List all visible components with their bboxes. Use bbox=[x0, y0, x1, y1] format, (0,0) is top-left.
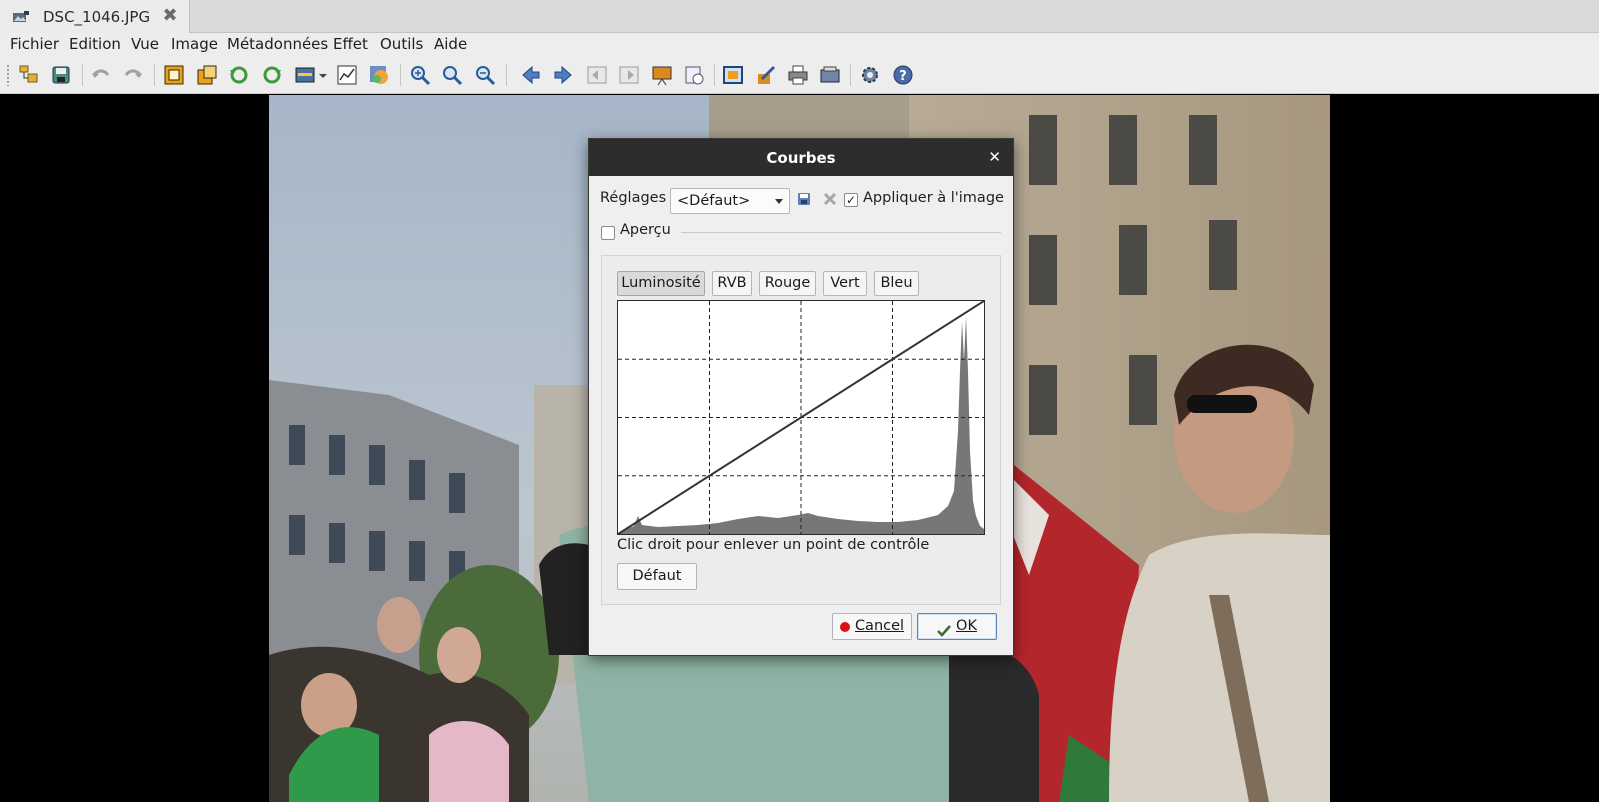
menu-metadonnees[interactable]: Métadonnées bbox=[227, 35, 328, 53]
curves-dialog: Courbes ✕ Réglages : <Défaut> ✓ Applique… bbox=[588, 138, 1014, 656]
cancel-label: Cancel bbox=[854, 618, 905, 634]
histogram bbox=[618, 316, 984, 534]
save-icon[interactable] bbox=[50, 64, 72, 86]
tab-rouge[interactable]: Rouge bbox=[759, 271, 816, 296]
resize-icon[interactable] bbox=[196, 64, 218, 86]
zoom-out-icon[interactable] bbox=[474, 64, 496, 86]
open-folder-icon[interactable] bbox=[18, 64, 40, 86]
tab-title: DSC_1046.JPG bbox=[43, 7, 151, 26]
menu-fichier[interactable]: Fichier bbox=[10, 35, 59, 53]
dialog-title: Courbes bbox=[766, 148, 836, 167]
zoom-in-icon[interactable] bbox=[409, 64, 431, 86]
zoom-fit-icon[interactable] bbox=[441, 64, 463, 86]
hint-text: Clic droit pour enlever un point de cont… bbox=[617, 537, 930, 553]
toolbar: ? bbox=[0, 56, 1599, 94]
cancel-icon bbox=[839, 621, 850, 632]
delete-preset-icon[interactable] bbox=[822, 191, 838, 207]
chevron-down-icon[interactable] bbox=[318, 64, 328, 86]
tab-rvb[interactable]: RVB bbox=[712, 271, 752, 296]
apply-checkbox[interactable]: ✓ bbox=[844, 193, 858, 207]
help-icon[interactable]: ? bbox=[892, 64, 914, 86]
apply-label: Appliquer à l'image bbox=[863, 190, 1004, 206]
ok-icon bbox=[937, 621, 951, 637]
chevron-down-icon bbox=[775, 199, 783, 204]
tab-vert[interactable]: Vert bbox=[823, 271, 867, 296]
menu-outils[interactable]: Outils bbox=[380, 35, 423, 53]
tab-bleu[interactable]: Bleu bbox=[874, 271, 919, 296]
toolbar-grip[interactable] bbox=[6, 64, 10, 86]
presets-select[interactable]: <Défaut> bbox=[670, 188, 790, 214]
menu-edition[interactable]: Edition bbox=[69, 35, 121, 53]
info-icon[interactable] bbox=[683, 64, 705, 86]
first-icon[interactable] bbox=[586, 64, 608, 86]
next-icon[interactable] bbox=[552, 64, 574, 86]
ok-button[interactable]: OK bbox=[917, 613, 997, 640]
menu-bar: Fichier Edition Vue Image Métadonnées Ef… bbox=[0, 33, 1599, 56]
menu-image[interactable]: Image bbox=[171, 35, 218, 53]
tab-image[interactable]: DSC_1046.JPG ✖ bbox=[0, 0, 190, 33]
adjust-icon[interactable] bbox=[294, 64, 316, 86]
last-icon[interactable] bbox=[618, 64, 640, 86]
dialog-titlebar[interactable]: Courbes ✕ bbox=[589, 139, 1013, 176]
presets-value: <Défaut> bbox=[677, 193, 751, 209]
settings-icon[interactable] bbox=[859, 64, 881, 86]
preview-label: Aperçu bbox=[620, 222, 671, 238]
curve-editor[interactable] bbox=[617, 300, 985, 535]
crop-icon[interactable] bbox=[163, 64, 185, 86]
tab-close-icon[interactable]: ✖ bbox=[160, 6, 180, 26]
cancel-button[interactable]: Cancel bbox=[832, 613, 912, 640]
image-viewer-icon bbox=[12, 10, 30, 23]
tab-luminosite[interactable]: Luminosité bbox=[617, 271, 705, 296]
preview-checkbox[interactable] bbox=[601, 226, 615, 240]
menu-aide[interactable]: Aide bbox=[434, 35, 467, 53]
menu-effet[interactable]: Effet bbox=[333, 35, 368, 53]
histogram-icon[interactable] bbox=[336, 64, 358, 86]
redo-icon[interactable] bbox=[122, 64, 144, 86]
presets-label: Réglages : bbox=[600, 190, 676, 206]
separator bbox=[681, 232, 1001, 233]
menu-vue[interactable]: Vue bbox=[131, 35, 159, 53]
tab-bar: DSC_1046.JPG ✖ bbox=[0, 0, 1599, 33]
svg-text:?: ? bbox=[899, 69, 907, 84]
default-button[interactable]: Défaut bbox=[617, 563, 697, 590]
undo-icon[interactable] bbox=[90, 64, 112, 86]
save-preset-icon[interactable] bbox=[796, 191, 812, 207]
color-icon[interactable] bbox=[368, 64, 390, 86]
rotate-right-icon[interactable] bbox=[261, 64, 283, 86]
edit-icon[interactable] bbox=[755, 64, 777, 86]
slideshow-icon[interactable] bbox=[651, 64, 673, 86]
print-icon[interactable] bbox=[787, 64, 809, 86]
previous-icon[interactable] bbox=[520, 64, 542, 86]
rotate-left-icon[interactable] bbox=[228, 64, 250, 86]
scan-icon[interactable] bbox=[819, 64, 841, 86]
fullscreen-icon[interactable] bbox=[722, 64, 744, 86]
ok-label: OK bbox=[956, 618, 977, 634]
dialog-close-icon[interactable]: ✕ bbox=[988, 148, 1001, 166]
